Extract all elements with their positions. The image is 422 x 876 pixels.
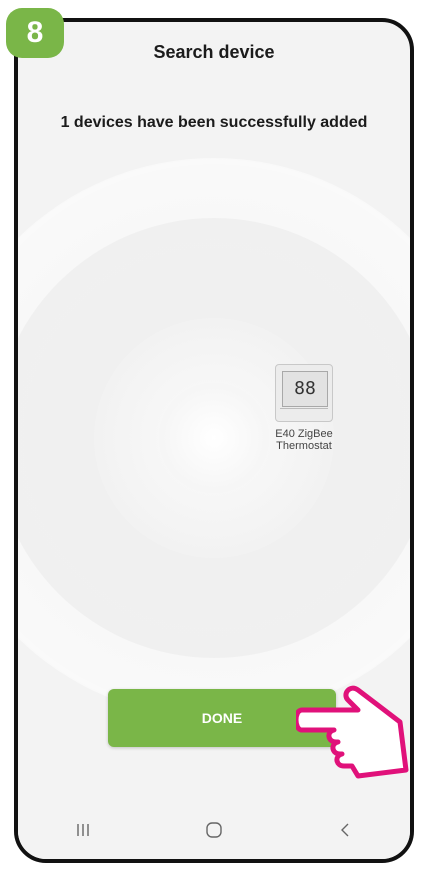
step-number: 8 [26,16,44,49]
thermostat-display: 88 [282,371,328,407]
search-ripple-center [159,383,269,493]
recent-apps-icon[interactable] [63,810,103,850]
back-icon[interactable] [325,810,365,850]
thermostat-keys [280,408,328,418]
done-button-label: DONE [201,710,243,726]
phone-screen: Search device 1 devices have been succes… [14,18,414,863]
page-title: Search device [153,42,275,62]
device-name-line2: Thermostat [276,440,332,452]
home-icon[interactable] [194,810,234,850]
thermostat-icon: 88 [275,364,333,422]
system-navbar [18,801,410,859]
success-message: 1 devices have been successfully added [60,114,368,131]
device-name-line1: E40 ZigBee [275,428,333,440]
device-name: E40 ZigBee Thermostat [264,428,344,452]
found-device[interactable]: 88 E40 ZigBee Thermostat [264,364,344,452]
pointing-hand-icon [296,685,409,779]
step-badge: 8 [6,8,64,58]
